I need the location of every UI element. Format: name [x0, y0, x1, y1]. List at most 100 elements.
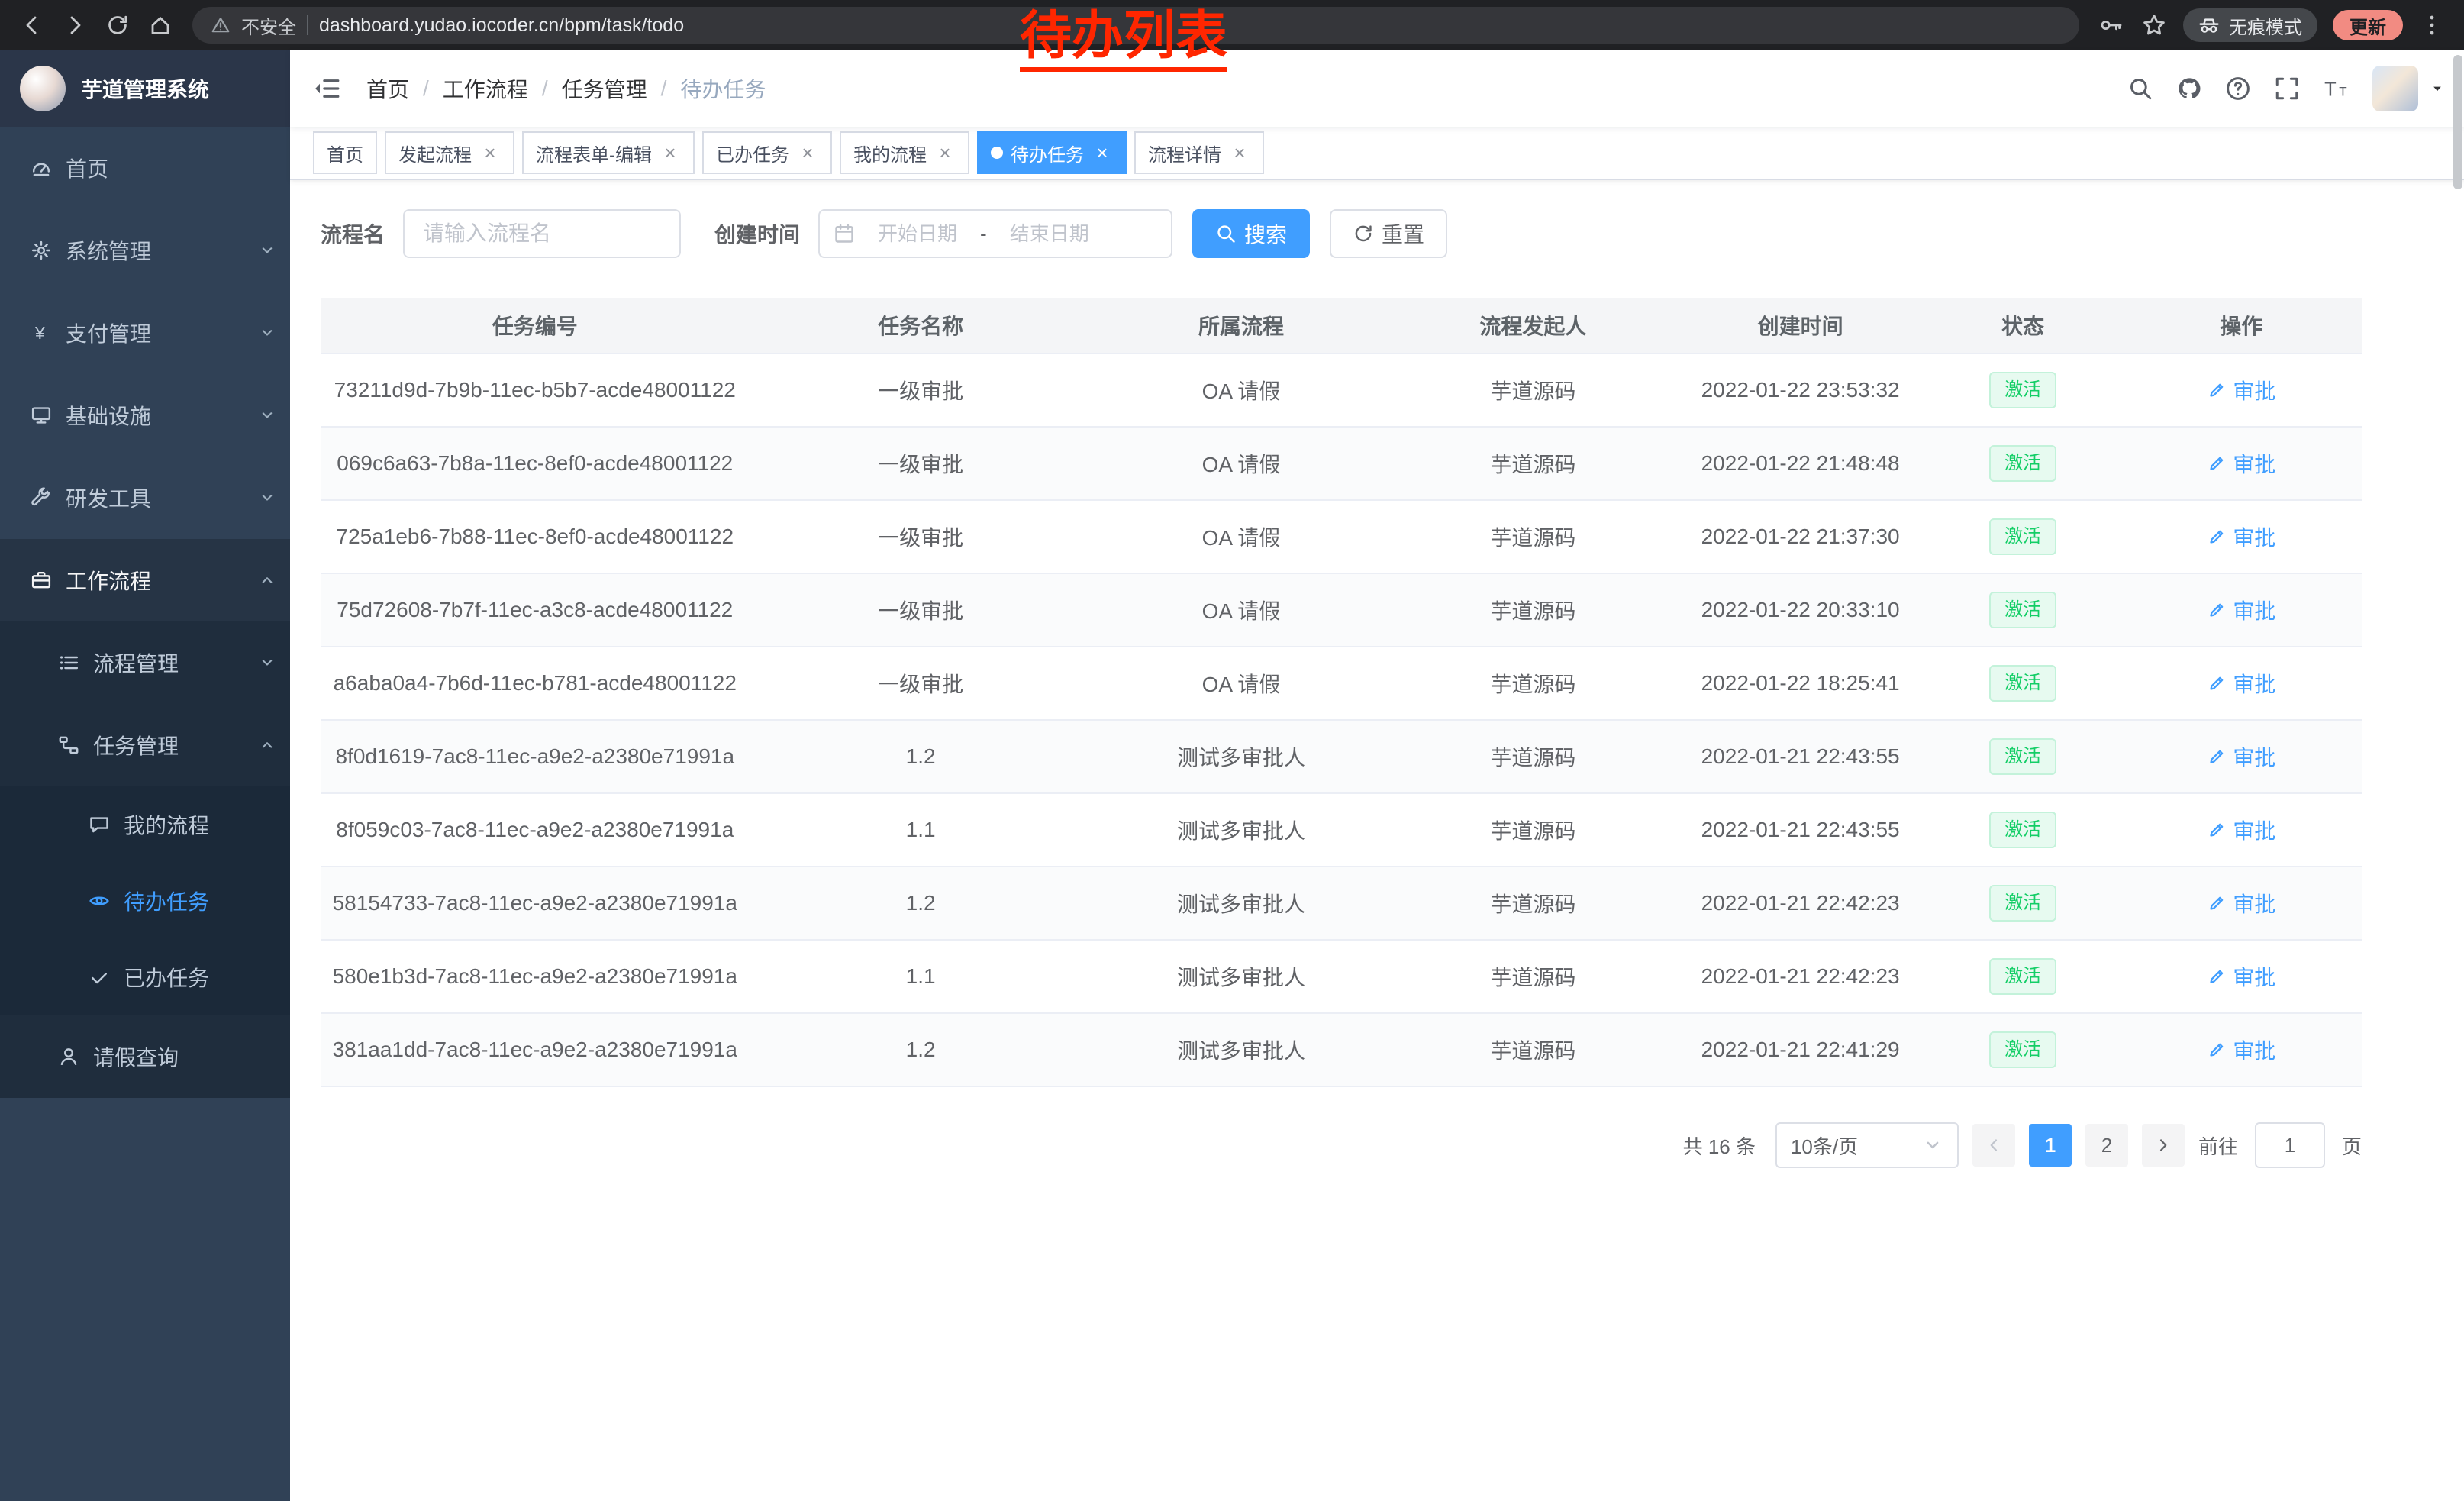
sidebar-item[interactable]: 我的流程 — [0, 786, 290, 863]
sidebar-item-label: 待办任务 — [124, 886, 209, 916]
prev-page-button[interactable] — [1972, 1124, 2015, 1167]
task-id-cell: 58154733-7ac8-11ec-a9e2-a2380e71991a — [321, 867, 750, 940]
key-icon[interactable] — [2091, 5, 2131, 45]
sidebar-item[interactable]: 任务管理 — [0, 704, 290, 786]
tab-item[interactable]: 流程表单-编辑× — [522, 131, 695, 174]
sidebar-item[interactable]: 请假查询 — [0, 1015, 290, 1098]
home-icon[interactable] — [140, 5, 180, 45]
approve-link[interactable]: 审批 — [2207, 815, 2275, 845]
reset-button[interactable]: 重置 — [1330, 209, 1447, 258]
approve-link[interactable]: 审批 — [2207, 668, 2275, 699]
fullscreen-icon[interactable] — [2266, 67, 2308, 110]
tab-item[interactable]: 待办任务× — [977, 131, 1127, 174]
approve-link[interactable]: 审批 — [2207, 741, 2275, 772]
sidebar-item[interactable]: 首页 — [0, 127, 290, 209]
sidebar-item-label: 支付管理 — [66, 318, 151, 348]
sidebar-item[interactable]: 基础设施 — [0, 374, 290, 457]
sidebar-item[interactable]: 系统管理 — [0, 209, 290, 292]
help-icon[interactable] — [2217, 67, 2259, 110]
goto-page-input[interactable] — [2255, 1122, 2325, 1168]
approve-link[interactable]: 审批 — [2207, 595, 2275, 625]
approve-link[interactable]: 审批 — [2207, 1035, 2275, 1065]
chevron-down-icon — [258, 654, 276, 672]
end-date-input[interactable] — [993, 221, 1106, 247]
initiator-cell: 芋道源码 — [1390, 353, 1675, 427]
breadcrumb-item[interactable]: 首页 — [366, 73, 409, 104]
logo[interactable]: 芋道管理系统 — [0, 50, 290, 127]
breadcrumb-item[interactable]: 任务管理 — [562, 73, 647, 104]
dashboard-icon — [31, 157, 52, 179]
bookmark-star-icon[interactable] — [2134, 5, 2174, 45]
process-cell: OA 请假 — [1092, 647, 1390, 720]
close-icon[interactable]: × — [1092, 142, 1113, 163]
breadcrumb-item[interactable]: 工作流程 — [443, 73, 528, 104]
status-badge: 激活 — [1989, 812, 2056, 848]
sidebar-item[interactable]: 待办任务 — [0, 863, 290, 939]
page-size-select[interactable]: 10条/页 — [1775, 1122, 1959, 1168]
tab-item[interactable]: 首页 — [313, 131, 377, 174]
tab-item[interactable]: 我的流程× — [840, 131, 969, 174]
goto-label: 前往 — [2198, 1131, 2238, 1160]
edit-icon — [2207, 967, 2227, 986]
sidebar-item[interactable]: ¥支付管理 — [0, 292, 290, 374]
reload-icon[interactable] — [98, 5, 137, 45]
approve-link[interactable]: 审批 — [2207, 375, 2275, 405]
approve-link[interactable]: 审批 — [2207, 961, 2275, 992]
close-icon[interactable]: × — [934, 142, 956, 163]
page-button[interactable]: 1 — [2029, 1124, 2072, 1167]
column-header: 任务名称 — [750, 298, 1092, 353]
forward-icon[interactable] — [55, 5, 95, 45]
task-id-cell: 8f0d1619-7ac8-11ec-a9e2-a2380e71991a — [321, 720, 750, 793]
page-content: 流程名 创建时间 - 搜索 — [290, 180, 2464, 1501]
close-icon[interactable]: × — [797, 142, 818, 163]
tab-item[interactable]: 发起流程× — [385, 131, 514, 174]
browser-menu-icon[interactable] — [2412, 5, 2452, 45]
sidebar-item[interactable]: 流程管理 — [0, 621, 290, 704]
edit-icon — [2207, 454, 2227, 473]
chevron-up-icon — [258, 736, 276, 754]
github-icon[interactable] — [2168, 67, 2211, 110]
search-button[interactable]: 搜索 — [1192, 209, 1310, 258]
table-body: 73211d9d-7b9b-11ec-b5b7-acde48001122一级审批… — [321, 353, 2362, 1086]
edit-icon — [2207, 747, 2227, 767]
scrollbar-thumb[interactable] — [2453, 55, 2462, 189]
search-icon[interactable] — [2119, 67, 2162, 110]
task-name-cell: 1.2 — [750, 867, 1092, 940]
close-icon[interactable]: × — [660, 142, 681, 163]
user-avatar[interactable] — [2372, 66, 2418, 111]
back-icon[interactable] — [12, 5, 52, 45]
breadcrumb-item: 待办任务 — [680, 73, 766, 104]
breadcrumb-separator: / — [423, 76, 429, 101]
avatar-caret-icon[interactable] — [2429, 80, 2446, 97]
tab-item[interactable]: 已办任务× — [702, 131, 832, 174]
created-time-cell: 2022-01-21 22:43:55 — [1676, 793, 1925, 867]
page-size-value: 10条/页 — [1791, 1131, 1858, 1160]
next-page-button[interactable] — [2142, 1124, 2185, 1167]
process-name-input[interactable] — [403, 209, 681, 258]
tab-item[interactable]: 流程详情× — [1134, 131, 1264, 174]
created-time-cell: 2022-01-21 22:42:23 — [1676, 867, 1925, 940]
start-date-input[interactable] — [861, 221, 974, 247]
edit-icon — [2207, 893, 2227, 913]
sidebar-item[interactable]: 工作流程 — [0, 539, 290, 621]
status-badge: 激活 — [1989, 518, 2056, 555]
tab-label: 首页 — [327, 140, 363, 166]
approve-link[interactable]: 审批 — [2207, 521, 2275, 552]
sidebar-item[interactable]: 已办任务 — [0, 939, 290, 1015]
date-range-picker[interactable]: - — [818, 209, 1172, 258]
close-icon[interactable]: × — [479, 142, 501, 163]
range-separator: - — [980, 222, 987, 246]
sidebar-fold-icon[interactable] — [290, 75, 363, 102]
page-button[interactable]: 2 — [2085, 1124, 2128, 1167]
sidebar-item[interactable]: 研发工具 — [0, 457, 290, 539]
divider — [307, 15, 308, 35]
font-size-icon[interactable]: TT — [2314, 67, 2357, 110]
create-time-label: 创建时间 — [714, 218, 800, 249]
approve-link[interactable]: 审批 — [2207, 448, 2275, 479]
chevron-down-icon — [258, 406, 276, 424]
close-icon[interactable]: × — [1229, 142, 1250, 163]
sidebar-item-label: 任务管理 — [93, 730, 179, 760]
approve-link[interactable]: 审批 — [2207, 888, 2275, 918]
update-button[interactable]: 更新 — [2333, 10, 2403, 40]
navbar-actions: TT — [2119, 66, 2464, 111]
